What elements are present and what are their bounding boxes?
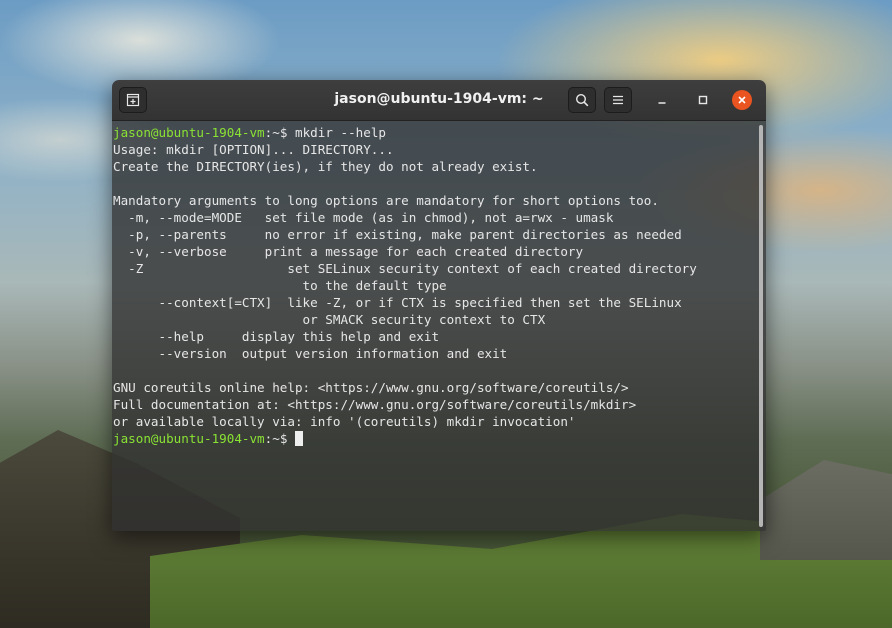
- minimize-button[interactable]: [652, 90, 672, 110]
- titlebar[interactable]: jason@ubuntu-1904-vm: ~: [112, 80, 766, 121]
- output-line: -Z set SELinux security context of each …: [113, 261, 697, 276]
- prompt-user: jason@ubuntu-1904-vm: [113, 431, 265, 446]
- text-cursor: [295, 431, 303, 446]
- search-button[interactable]: [568, 87, 596, 113]
- output-line: or SMACK security context to CTX: [113, 312, 546, 327]
- output-line: Usage: mkdir [OPTION]... DIRECTORY...: [113, 142, 394, 157]
- output-line: GNU coreutils online help: <https://www.…: [113, 380, 629, 395]
- scrollbar[interactable]: [759, 125, 763, 527]
- minimize-icon: [658, 102, 666, 104]
- output-line: Mandatory arguments to long options are …: [113, 193, 659, 208]
- menu-button[interactable]: [604, 87, 632, 113]
- terminal-window[interactable]: jason@ubuntu-1904-vm: ~ jason@ubuntu-190…: [112, 80, 766, 531]
- search-icon: [575, 93, 589, 107]
- maximize-button[interactable]: [693, 90, 713, 110]
- output-line: --help display this help and exit: [113, 329, 440, 344]
- output-line: -p, --parents no error if existing, make…: [113, 227, 682, 242]
- output-line: Full documentation at: <https://www.gnu.…: [113, 397, 637, 412]
- output-line: --context[=CTX] like -Z, or if CTX is sp…: [113, 295, 682, 310]
- output-line: -v, --verbose print a message for each c…: [113, 244, 584, 259]
- output-line: Create the DIRECTORY(ies), if they do no…: [113, 159, 538, 174]
- close-icon: [738, 96, 746, 104]
- output-line: to the default type: [113, 278, 447, 293]
- output-line: or available locally via: info '(coreuti…: [113, 414, 576, 429]
- terminal-output[interactable]: jason@ubuntu-1904-vm:~$ mkdir --help Usa…: [113, 124, 766, 447]
- output-line: --version output version information and…: [113, 346, 508, 361]
- prompt-suffix: :~$: [264, 431, 295, 446]
- maximize-icon: [698, 95, 708, 105]
- close-button[interactable]: [732, 90, 752, 110]
- command-text: mkdir --help: [295, 125, 386, 140]
- prompt-user: jason@ubuntu-1904-vm: [113, 125, 265, 140]
- prompt-suffix: :~$: [264, 125, 295, 140]
- desktop-background: jason@ubuntu-1904-vm: ~ jason@ubuntu-190…: [0, 0, 892, 628]
- terminal-area[interactable]: jason@ubuntu-1904-vm:~$ mkdir --help Usa…: [112, 121, 766, 531]
- wallpaper-distant-mountain: [760, 460, 892, 560]
- hamburger-menu-icon: [613, 95, 623, 105]
- output-line: -m, --mode=MODE set file mode (as in chm…: [113, 210, 614, 225]
